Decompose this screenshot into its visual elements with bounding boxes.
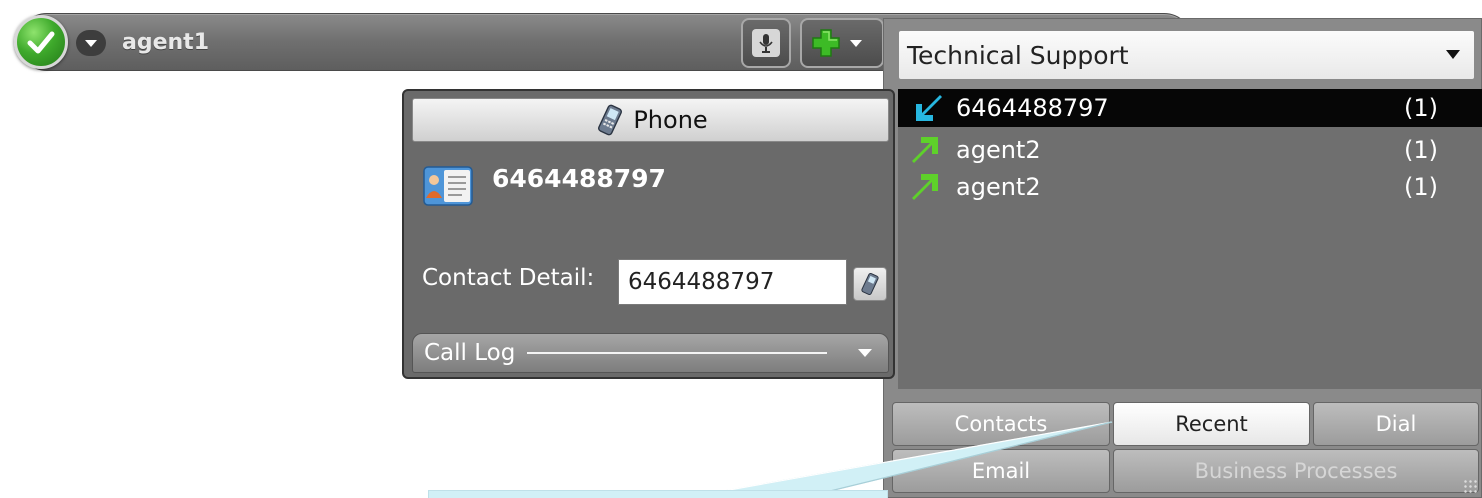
tooltip-callout <box>428 490 888 498</box>
callout-pointer <box>717 421 1113 493</box>
